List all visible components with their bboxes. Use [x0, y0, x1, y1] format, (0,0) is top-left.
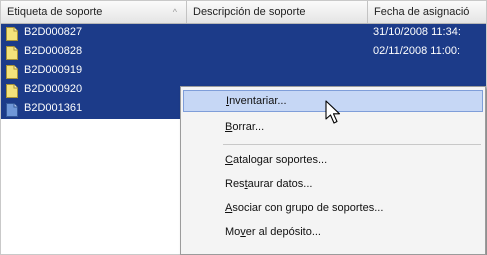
column-header-label: Etiqueta de soporte: [7, 6, 103, 18]
menu-item-label: aurar datos...: [247, 178, 313, 190]
media-label: B2D000920: [24, 83, 83, 95]
sort-ascending-icon: ^: [172, 7, 177, 17]
menu-item-move-to-vault[interactable]: Mover al depósito...: [183, 221, 483, 243]
date-cell: 02/11/2008 11:00:: [368, 43, 486, 62]
label-cell: [1, 138, 187, 157]
table-row[interactable]: B2D000828 02/11/2008 11:00:: [1, 43, 486, 62]
menu-item-label-pre: Res: [225, 178, 245, 190]
description-cell: [187, 62, 368, 81]
menu-item-associate-media-set[interactable]: Asociar con grupo de soportes...: [183, 197, 483, 219]
media-label: B2D000827: [24, 26, 83, 38]
file-yellow-icon: [6, 65, 18, 79]
menu-item-label: sociar con grupo de soportes...: [232, 202, 384, 214]
label-cell: B2D000827: [1, 24, 187, 43]
assignment-date: 02/11/2008 11:00:: [373, 45, 461, 57]
label-cell: B2D001361: [1, 100, 187, 119]
label-cell: B2D000828: [1, 43, 187, 62]
menu-item-catalog-media[interactable]: Catalogar soportes...: [183, 149, 483, 171]
media-label: B2D000919: [24, 64, 83, 76]
file-yellow-icon: [6, 46, 18, 60]
assignment-date: 31/10/2008 11:34:: [373, 26, 461, 38]
menu-item-accelerator: C: [225, 154, 233, 166]
column-header-media-label[interactable]: Etiqueta de soporte ^: [1, 1, 187, 23]
menu-item-label: atalogar soportes...: [232, 154, 328, 166]
list-header: Etiqueta de soporte ^ Descripción de sop…: [1, 1, 486, 24]
label-cell: [1, 119, 187, 138]
date-cell: [368, 62, 486, 81]
description-cell: [187, 43, 368, 62]
menu-item-restore-data[interactable]: Restaurar datos...: [183, 173, 483, 195]
label-cell: [1, 214, 187, 233]
table-row[interactable]: B2D000919: [1, 62, 486, 81]
column-header-assignment-date[interactable]: Fecha de asignació: [368, 1, 486, 23]
menu-item-label: er al depósito...: [245, 226, 321, 238]
column-header-label: Fecha de asignació: [374, 6, 470, 18]
label-cell: [1, 176, 187, 195]
description-cell: [187, 24, 368, 43]
menu-item-label-pre: Mo: [225, 226, 241, 238]
menu-item-label: orrar...: [232, 121, 265, 133]
file-yellow-icon: [6, 84, 18, 98]
table-row[interactable]: B2D000827 31/10/2008 11:34:: [1, 24, 486, 43]
date-cell: 31/10/2008 11:34:: [368, 24, 486, 43]
label-cell: [1, 157, 187, 176]
file-blue-icon: [6, 103, 18, 117]
column-header-label: Descripción de soporte: [193, 6, 306, 18]
label-cell: B2D000919: [1, 62, 187, 81]
column-header-media-description[interactable]: Descripción de soporte: [187, 1, 368, 23]
menu-item-label: nventariar...: [229, 95, 287, 107]
media-label: B2D000828: [24, 45, 83, 57]
media-label: B2D001361: [24, 102, 83, 114]
mouse-pointer-icon: [325, 100, 341, 124]
file-yellow-icon: [6, 27, 18, 41]
label-cell: [1, 195, 187, 214]
label-cell: B2D000920: [1, 81, 187, 100]
menu-separator: [223, 144, 481, 145]
label-cell: [1, 233, 187, 252]
